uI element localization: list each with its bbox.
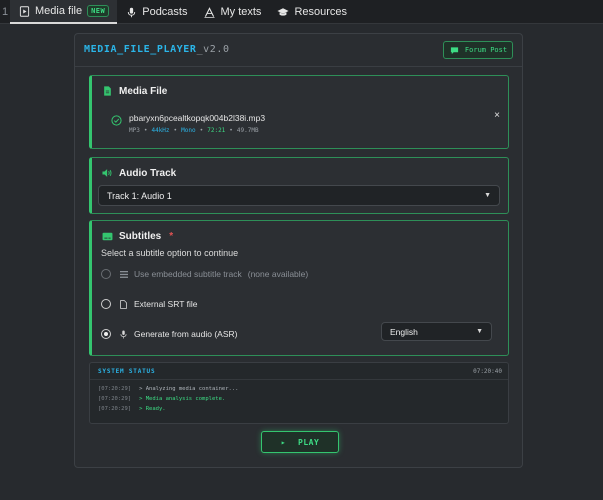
file-name: pbaryxn6pcealtkopqk004b2l38i.mp3 [129, 113, 266, 123]
embedded-note: (none available) [247, 269, 309, 279]
option-external-srt[interactable]: External SRT file [101, 299, 197, 309]
subtitles-heading-text: Subtitles [119, 230, 162, 242]
file-metadata: MP3 • 44kHz • Mono • 72:21 • 49.7MB [129, 127, 265, 134]
graduation-cap-icon [277, 6, 290, 18]
log-line: [07:20:29] > Analyzing media container..… [98, 386, 238, 392]
tab-resources[interactable]: Resources [269, 0, 355, 24]
radio-selected-dot [104, 332, 108, 336]
chevron-down-icon: ▼ [476, 328, 483, 335]
play-icon: ▸ [280, 437, 287, 447]
asr-language-value: English [390, 326, 418, 337]
log-timestamp: [07:20:29] [98, 386, 132, 392]
app-title: MEDIA_FILE_PLAYER_v2.0 [84, 44, 230, 55]
nav-edge-marker: 1 [2, 6, 9, 18]
top-navigation: 1 Media file NEW Podcasts My texts Resou… [0, 0, 603, 24]
tab-podcasts-label: Podcasts [142, 6, 188, 18]
play-button[interactable]: ▸ PLAY [261, 431, 339, 453]
forum-post-label: Forum Post [464, 46, 508, 54]
audio-track-card: Audio Track Track 1: Audio 1 ▼ [89, 157, 509, 214]
tab-media-file[interactable]: Media file NEW [10, 0, 118, 24]
embedded-radio[interactable] [101, 269, 111, 279]
list-icon [119, 270, 128, 279]
media-file-heading: Media File [101, 85, 167, 97]
file-info: pbaryxn6pcealtkopqk004b2l38i.mp3 MP3 • 4… [110, 113, 265, 134]
asr-language-select[interactable]: English ▼ [381, 322, 492, 341]
log-message: > Media analysis complete. [139, 396, 226, 402]
option-generate-asr[interactable]: Generate from audio (ASR) [101, 329, 237, 339]
media-file-icon [18, 5, 30, 17]
subtitle-prompt: Select a subtitle option to continue [101, 248, 239, 258]
file-sample-rate: 44kHz [151, 127, 170, 134]
external-srt-radio[interactable] [101, 299, 111, 309]
meta-separator: • [143, 127, 148, 134]
remove-file-button[interactable]: × [494, 110, 500, 121]
file-format: MP3 [129, 127, 140, 134]
meta-separator: • [173, 127, 178, 134]
external-srt-label: External SRT file [134, 299, 198, 309]
system-status-time: 07:20:40 [473, 368, 502, 375]
asr-label: Generate from audio (ASR) [134, 329, 238, 339]
log-timestamp: [07:20:29] [98, 396, 132, 402]
app-title-main: MEDIA_FILE_PLAYER [84, 44, 197, 55]
audio-track-heading: Audio Track [101, 167, 176, 179]
speaker-icon [101, 167, 113, 179]
file-channels: Mono [181, 127, 196, 134]
media-file-card: Media File pbaryxn6pcealtkopqk004b2l38i.… [89, 75, 509, 149]
meta-separator: • [229, 127, 233, 134]
file-icon [119, 299, 128, 309]
system-status-header: SYSTEM STATUS 07:20:40 [90, 363, 508, 380]
file-duration: 72:21 [207, 127, 226, 134]
chat-bubble-icon [449, 44, 461, 56]
audio-track-heading-text: Audio Track [119, 167, 177, 179]
log-timestamp: [07:20:29] [98, 406, 132, 412]
log-line: [07:20:29] > Ready. [98, 406, 166, 412]
microphone-icon [119, 329, 128, 339]
media-player-panel: MEDIA_FILE_PLAYER_v2.0 Forum Post Media … [74, 33, 523, 468]
subtitles-card: Subtitles * Select a subtitle option to … [89, 220, 509, 356]
media-file-heading-text: Media File [119, 85, 168, 97]
new-badge: NEW [87, 5, 110, 17]
audio-track-select[interactable]: Track 1: Audio 1 ▼ [98, 185, 500, 206]
system-status-title: SYSTEM STATUS [98, 368, 156, 375]
tab-my-texts-label: My texts [220, 6, 262, 18]
log-line: [07:20:29] > Media analysis complete. [98, 396, 225, 402]
system-status-panel: SYSTEM STATUS 07:20:40 [07:20:29] > Anal… [89, 362, 509, 424]
tab-resources-label: Resources [294, 6, 348, 18]
text-a-icon [203, 6, 215, 18]
check-circle-icon [110, 114, 122, 126]
chevron-down-icon: ▼ [484, 192, 491, 199]
document-icon [101, 85, 113, 97]
asr-radio[interactable] [101, 329, 111, 339]
subtitles-icon [101, 230, 113, 242]
audio-track-value: Track 1: Audio 1 [107, 190, 172, 201]
tab-media-file-label: Media file [35, 5, 83, 17]
log-message: > Ready. [139, 406, 166, 412]
embedded-label: Use embedded subtitle track [134, 269, 242, 279]
app-title-version: _v2.0 [196, 44, 230, 55]
play-label: PLAY [298, 437, 320, 447]
meta-separator: • [199, 127, 204, 134]
tab-my-texts[interactable]: My texts [195, 0, 269, 24]
log-message: > Analyzing media container... [139, 386, 239, 392]
option-embedded-subtitles[interactable]: Use embedded subtitle track (none availa… [101, 269, 308, 279]
file-size: 49.7MB [236, 127, 259, 134]
forum-post-button[interactable]: Forum Post [443, 41, 513, 59]
panel-header: MEDIA_FILE_PLAYER_v2.0 Forum Post [75, 34, 522, 67]
required-marker: * [169, 230, 174, 242]
microphone-icon [125, 6, 137, 18]
tab-podcasts[interactable]: Podcasts [117, 0, 195, 24]
subtitles-heading: Subtitles * [101, 230, 173, 242]
